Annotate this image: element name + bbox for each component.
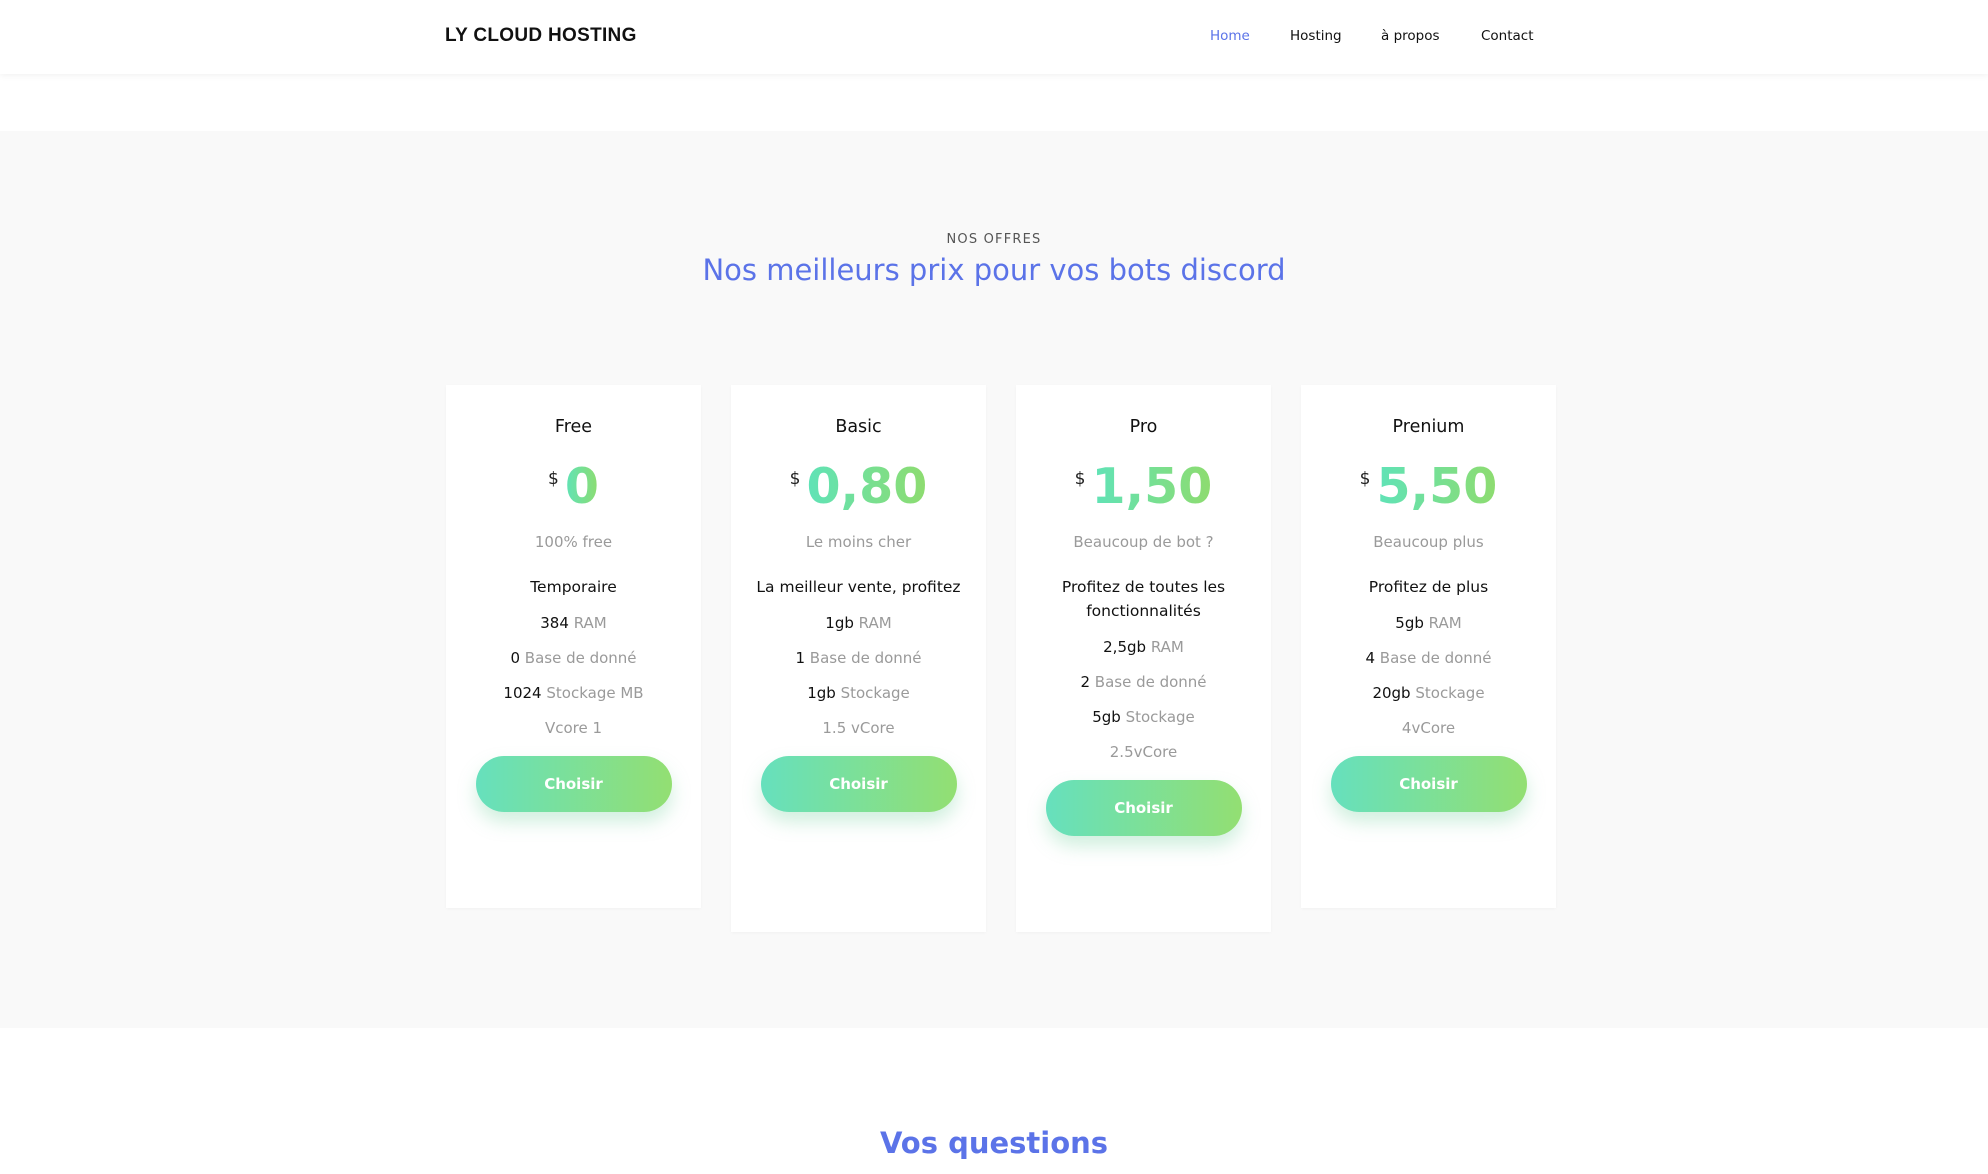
feature-value: 1gb (825, 614, 854, 632)
feature-ram: 5gb RAM (1301, 613, 1556, 633)
feature-storage: 1gb Stockage (731, 683, 986, 703)
section-kicker: NOS OFFRES (946, 232, 1042, 247)
feature-value: 5gb (1092, 708, 1121, 726)
feature-database: 2 Base de donné (1016, 672, 1271, 692)
feature-label: RAM (858, 614, 892, 632)
feature-vcore: Vcore 1 (446, 718, 701, 738)
feature-value: 1 (795, 649, 805, 667)
feature-value: 1gb (807, 684, 836, 702)
currency-symbol: $ (1359, 469, 1371, 489)
feature-storage: 1024 Stockage MB (446, 683, 701, 703)
nav-link-a-propos[interactable]: à propos (1381, 28, 1440, 44)
plan-tagline: Beaucoup de bot ? (1073, 533, 1214, 551)
plan-headline: La meilleur vente, profitez (756, 578, 961, 596)
section-title: Nos meilleurs prix pour vos bots discord (702, 253, 1286, 287)
feature-label: Vcore 1 (544, 719, 603, 737)
feature-label: Base de donné (1094, 673, 1207, 691)
feature-label: RAM (1150, 638, 1184, 656)
plan-name: Prenium (1392, 417, 1465, 437)
feature-vcore: 1.5 vCore (731, 718, 986, 738)
feature-label: RAM (1428, 614, 1462, 632)
pricing-card-pro: Pro $ 1,50 Beaucoup de bot ? Profitez de… (1016, 385, 1271, 932)
feature-value: 0 (510, 649, 520, 667)
pricing-card-prenium: Prenium $ 5,50 Beaucoup plus Profitez de… (1301, 385, 1556, 908)
plan-name: Pro (1129, 417, 1158, 437)
feature-value: 2,5gb (1103, 638, 1147, 656)
nav-link-contact[interactable]: Contact (1481, 28, 1534, 44)
nav-link-home[interactable]: Home (1210, 28, 1250, 44)
price-value: 0,80 (806, 458, 928, 515)
pricing-section: NOS OFFRES Nos meilleurs prix pour vos b… (0, 131, 1988, 1028)
faq-section-title: Vos questions (879, 1126, 1109, 1160)
plan-tagline: Beaucoup plus (1373, 533, 1484, 551)
plan-price: $ 0 (446, 459, 701, 519)
feature-label: Base de donné (1379, 649, 1492, 667)
pricing-card-free: Free $ 0 100% free Temporaire 384 RAM 0 … (446, 385, 701, 908)
choose-plan-button[interactable]: Choisir (475, 756, 672, 812)
feature-label: RAM (573, 614, 607, 632)
plan-tagline: 100% free (534, 533, 613, 551)
feature-label: Stockage (1415, 684, 1485, 702)
feature-value: 20gb (1372, 684, 1411, 702)
plan-price: $ 1,50 (1016, 459, 1271, 519)
nav-link-hosting[interactable]: Hosting (1290, 28, 1342, 44)
currency-symbol: $ (789, 469, 801, 489)
top-navbar: LY CLOUD HOSTING Home Hosting à propos C… (0, 0, 1988, 74)
feature-label: Stockage (840, 684, 910, 702)
feature-value: 2 (1080, 673, 1090, 691)
price-value: 1,50 (1091, 458, 1213, 515)
feature-storage: 20gb Stockage (1301, 683, 1556, 703)
feature-value: 384 (540, 614, 569, 632)
feature-database: 4 Base de donné (1301, 648, 1556, 668)
feature-label: Base de donné (809, 649, 922, 667)
feature-vcore: 2.5vCore (1016, 742, 1271, 762)
feature-label: 4vCore (1401, 719, 1456, 737)
feature-ram: 384 RAM (446, 613, 701, 633)
currency-symbol: $ (548, 469, 559, 489)
feature-label: Base de donné (524, 649, 637, 667)
feature-label: 2.5vCore (1109, 743, 1178, 761)
feature-ram: 1gb RAM (731, 613, 986, 633)
feature-label: Stockage MB (546, 684, 644, 702)
plan-name: Free (554, 417, 593, 437)
plan-tagline: Le moins cher (805, 533, 912, 551)
plan-price: $ 5,50 (1301, 459, 1556, 519)
feature-label: Stockage (1125, 708, 1195, 726)
plan-headline: Profitez de plus (1368, 578, 1489, 596)
plan-name: Basic (835, 417, 882, 437)
currency-symbol: $ (1074, 469, 1086, 489)
choose-plan-button[interactable]: Choisir (1045, 780, 1242, 836)
main-nav: Home Hosting à propos Contact (0, 28, 1988, 48)
plan-headline: Temporaire (530, 578, 617, 596)
price-value: 0 (564, 458, 599, 515)
feature-value: 5gb (1395, 614, 1424, 632)
feature-database: 0 Base de donné (446, 648, 701, 668)
plan-price: $ 0,80 (731, 459, 986, 519)
feature-vcore: 4vCore (1301, 718, 1556, 738)
feature-value: 4 (1365, 649, 1375, 667)
price-value: 5,50 (1376, 458, 1498, 515)
feature-ram: 2,5gb RAM (1016, 637, 1271, 657)
choose-plan-button[interactable]: Choisir (1330, 756, 1527, 812)
plan-headline: Profitez de toutes les fonctionnalités (1061, 578, 1226, 620)
choose-plan-button[interactable]: Choisir (760, 756, 957, 812)
pricing-card-basic: Basic $ 0,80 Le moins cher La meilleur v… (731, 385, 986, 932)
feature-label: 1.5 vCore (822, 719, 895, 737)
feature-storage: 5gb Stockage (1016, 707, 1271, 727)
feature-value: 1024 (503, 684, 542, 702)
feature-database: 1 Base de donné (731, 648, 986, 668)
